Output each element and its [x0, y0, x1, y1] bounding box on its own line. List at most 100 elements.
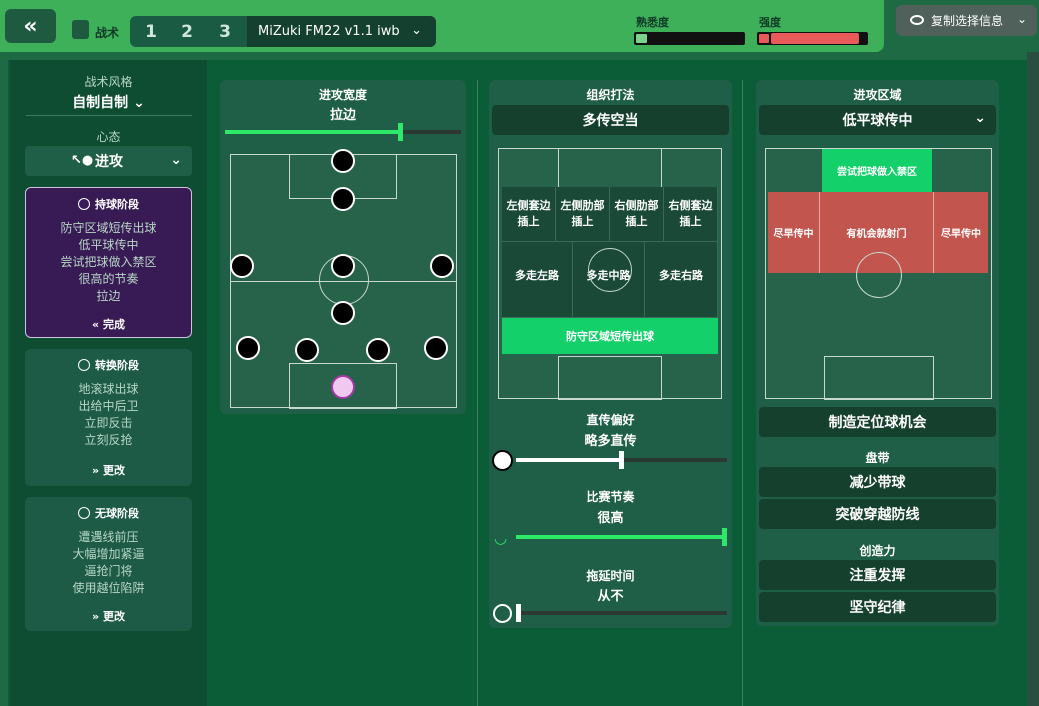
early-cross-right-zone[interactable]: 尽早传中 — [934, 192, 988, 273]
mentality-label: 心态 — [96, 130, 121, 144]
transition-card[interactable]: 转换阶段 地滚球出球 出给中后卫 立即反击 立刻反抢 » 更改 — [25, 349, 192, 486]
time-wasting-slider[interactable] — [516, 604, 727, 622]
slider-handle[interactable] — [619, 451, 624, 469]
player-marker[interactable] — [331, 301, 355, 325]
build-out-zone[interactable]: 防守区域短传出球 — [502, 318, 718, 354]
defend-icon — [78, 507, 90, 519]
set-pieces-button[interactable]: 制造定位球机会 — [759, 407, 996, 437]
phase-item: 立刻反抢 — [84, 433, 133, 447]
phase-item: 立即反击 — [84, 416, 133, 430]
slider-fill — [516, 458, 619, 462]
divider — [742, 80, 743, 706]
underlap-right-cell[interactable]: 右侧肋部插上 — [610, 187, 664, 242]
familiarity-bar — [634, 32, 745, 45]
work-into-box-zone[interactable]: 尝试把球做入禁区 — [822, 149, 932, 192]
style-dropdown[interactable]: 自制自制 ⌄ — [10, 92, 207, 112]
focus-right-cell[interactable]: 多走右路 — [645, 242, 718, 318]
phase-item: 拉边 — [96, 289, 121, 303]
style-label: 战术风格 — [84, 75, 133, 89]
overlap-left-cell[interactable]: 左侧套边插上 — [502, 187, 556, 242]
strength-label: 强度 — [759, 16, 781, 29]
phase-item: 逼抢门将 — [84, 564, 133, 578]
center-circle — [588, 248, 632, 292]
build-up-value: 多传空当 — [582, 113, 639, 129]
chevron-down-icon: ⌄ — [170, 152, 182, 168]
player-marker[interactable] — [331, 187, 355, 211]
slider-fill — [225, 130, 398, 134]
divider — [26, 115, 192, 116]
chevron-down-icon: ⌄ — [1016, 12, 1027, 26]
build-up-dropdown[interactable]: 多传空当 — [492, 105, 729, 135]
stopwatch-icon — [493, 604, 512, 623]
tactic-name-dropdown[interactable]: MiZuki FM22 v1.1 iwb ⌄ — [247, 16, 436, 47]
penalty-box-bottom — [558, 356, 662, 400]
done-button[interactable]: « 完成 — [26, 316, 191, 332]
eye-icon — [910, 15, 924, 25]
run-at-defence-button[interactable]: 突破穿越防线 — [759, 499, 996, 529]
slider-fill — [516, 535, 722, 539]
overlap-right-cell[interactable]: 右侧套边插上 — [664, 187, 718, 242]
be-expressive-label: 注重发挥 — [849, 568, 906, 584]
phase-title: 转换阶段 — [95, 359, 139, 372]
be-disciplined-button[interactable]: 坚守纪律 — [759, 592, 996, 622]
tempo-slider[interactable] — [516, 528, 727, 546]
copy-selection-button[interactable]: 复制选择信息 ⌄ — [896, 5, 1037, 36]
width-value: 拉边 — [329, 108, 356, 123]
attack-zone-dropdown[interactable]: 低平球传中 ⌄ — [759, 105, 996, 135]
mentality-value: 进攻 — [95, 154, 123, 170]
arrow-attack-icon: ↖● — [71, 153, 94, 168]
center-circle — [856, 252, 902, 298]
chevron-down-icon: ⌄ — [411, 23, 422, 38]
width-slider[interactable] — [225, 123, 461, 141]
tactic-slot-1[interactable]: 1 — [132, 16, 170, 47]
slider-handle[interactable] — [722, 528, 727, 546]
phase-item: 尝试把球做入禁区 — [60, 255, 157, 269]
tempo-label: 比赛节奏 — [586, 490, 635, 504]
double-chevron-left-icon: « — [92, 318, 100, 331]
player-marker[interactable] — [331, 254, 355, 278]
panel-title: 进攻宽度 — [318, 88, 367, 102]
phase-item: 遭遇线前压 — [78, 530, 139, 544]
familiarity-icon — [636, 34, 647, 43]
slider-handle[interactable] — [398, 123, 403, 141]
change-button[interactable]: » 更改 — [25, 462, 192, 478]
goalkeeper-marker[interactable] — [331, 375, 355, 399]
slider-handle[interactable] — [516, 604, 521, 622]
mentality-dropdown[interactable]: ↖● 进攻 ⌄ — [25, 146, 192, 176]
be-expressive-button[interactable]: 注重发挥 — [759, 560, 996, 590]
formation-pitch — [230, 149, 457, 409]
player-marker[interactable] — [236, 336, 260, 360]
back-button[interactable]: « — [5, 9, 56, 43]
passing-slider[interactable] — [516, 451, 727, 469]
tactics-icon — [72, 20, 89, 39]
dribble-less-button[interactable]: 减少带球 — [759, 467, 996, 497]
player-marker[interactable] — [331, 149, 355, 173]
underlap-left-cell[interactable]: 左侧肋部插上 — [556, 187, 610, 242]
phase-item: 低平球传中 — [78, 238, 139, 252]
focus-left-cell[interactable]: 多走左路 — [502, 242, 573, 318]
phase-title: 无球阶段 — [95, 507, 139, 520]
tactic-slot-2[interactable]: 2 — [168, 16, 206, 47]
player-marker[interactable] — [295, 338, 319, 362]
tempo-value: 很高 — [597, 511, 624, 526]
double-chevron-right-icon: » — [92, 610, 100, 623]
speedometer-icon: ◡ — [494, 529, 508, 547]
phase-item: 出给中后卫 — [78, 399, 139, 413]
phase-item: 防守区域短传出球 — [60, 221, 157, 235]
in-possession-card[interactable]: 持球阶段 防守区域短传出球 低平球传中 尝试把球做入禁区 很高的节奏 拉边 « … — [25, 187, 192, 338]
player-marker[interactable] — [230, 254, 254, 278]
copy-label: 复制选择信息 — [931, 14, 1004, 28]
run-at-defence-label: 突破穿越防线 — [835, 507, 920, 523]
out-of-possession-card[interactable]: 无球阶段 遭遇线前压 大幅增加紧逼 逼抢门将 使用越位陷阱 » 更改 — [25, 497, 192, 631]
change-button[interactable]: » 更改 — [25, 608, 192, 624]
set-pieces-label: 制造定位球机会 — [828, 415, 927, 431]
player-marker[interactable] — [366, 338, 390, 362]
ball-icon — [492, 450, 513, 471]
build-up-panel: 组织打法 多传空当 左侧套边插上 左侧肋部插上 右侧肋部插上 右侧套边插上 多走… — [489, 80, 732, 628]
early-cross-left-zone[interactable]: 尽早传中 — [768, 192, 820, 273]
phase-title: 持球阶段 — [95, 198, 139, 211]
familiarity-label: 熟悉度 — [636, 16, 669, 29]
player-marker[interactable] — [430, 254, 454, 278]
tactic-slot-3[interactable]: 3 — [206, 16, 244, 47]
player-marker[interactable] — [424, 336, 448, 360]
